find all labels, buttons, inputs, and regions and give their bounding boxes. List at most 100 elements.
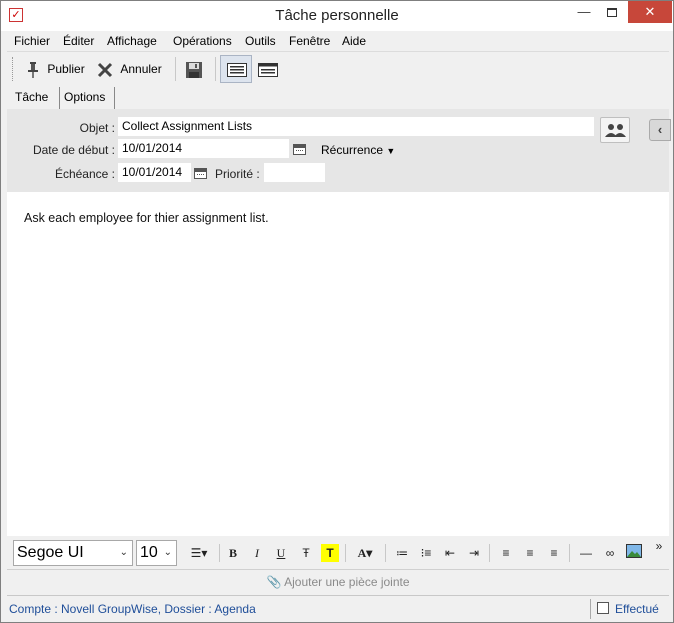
overflow-chevron-button[interactable]: »: [650, 537, 668, 555]
link-icon: ∞: [605, 546, 615, 560]
tab-options[interactable]: Options: [59, 87, 115, 109]
add-attachment-button[interactable]: 📎 Ajouter une pièce jointe: [7, 575, 669, 589]
chevron-left-icon: ‹: [657, 122, 663, 137]
strikethrough-button[interactable]: Ŧ: [297, 544, 315, 562]
align-left-button[interactable]: ≡: [497, 544, 515, 562]
horizontal-line-button[interactable]: —: [577, 544, 595, 562]
toolbar-grip[interactable]: [12, 57, 15, 81]
post-label: Publier: [47, 62, 85, 76]
toolbar-separator: [175, 57, 176, 81]
numbered-list-button[interactable]: ≔: [393, 544, 411, 562]
account-folder-status: Compte : Novell GroupWise, Dossier : Age…: [9, 602, 256, 616]
post-button[interactable]: Publier: [25, 57, 85, 81]
align-right-icon: ≡: [550, 546, 558, 560]
line-spacing-icon: ☰▾: [190, 546, 208, 560]
completed-checkbox[interactable]: [597, 602, 609, 614]
format-toolbar: Segoe UI ⌄ 10 ⌄ ☰▾ B I U Ŧ T A▾ ≔ ⁝≡ ⇤ ⇥…: [7, 536, 669, 569]
cancel-button[interactable]: Annuler: [97, 57, 162, 81]
start-date-label: Date de début :: [32, 143, 115, 157]
task-header-form: Objet : Collect Assignment Lists ‹ Date …: [7, 109, 671, 192]
menu-aide[interactable]: Aide: [342, 34, 366, 48]
message-body-editor[interactable]: Ask each employee for thier assignment l…: [7, 192, 669, 536]
indent-icon: ⇥: [468, 546, 480, 560]
font-family-select[interactable]: Segoe UI ⌄: [13, 540, 133, 566]
subject-label: Objet :: [79, 121, 115, 135]
menu-operations[interactable]: Opérations: [173, 34, 232, 48]
format-separator: [219, 544, 220, 562]
format-separator: [385, 544, 386, 562]
status-bar: Compte : Novell GroupWise, Dossier : Age…: [7, 595, 669, 621]
bold-button[interactable]: B: [224, 544, 242, 562]
cancel-label: Annuler: [120, 62, 162, 76]
menu-outils[interactable]: Outils: [245, 34, 276, 48]
subject-field[interactable]: Collect Assignment Lists: [118, 117, 594, 136]
view-mode-1-button[interactable]: [220, 55, 252, 83]
people-icon: [605, 124, 626, 137]
attachment-bar: 📎 Ajouter une pièce jointe: [7, 569, 669, 595]
maximize-icon: [607, 8, 617, 18]
text-color-button[interactable]: A▾: [351, 544, 379, 562]
due-date-field[interactable]: 10/01/2014: [118, 163, 191, 182]
start-calendar-icon[interactable]: [293, 144, 306, 155]
menu-affichage[interactable]: Affichage: [107, 34, 157, 48]
horizontal-line-icon: —: [580, 546, 592, 560]
completed-label[interactable]: Effectué: [615, 602, 659, 616]
format-separator: [569, 544, 570, 562]
menu-editer[interactable]: Éditer: [63, 34, 94, 48]
add-attachment-label: Ajouter une pièce jointe: [284, 575, 410, 589]
insert-image-button[interactable]: [625, 544, 643, 562]
tab-strip: Tâche Options: [7, 85, 669, 109]
title-bar: ✓ Tâche personnelle — ✕: [1, 1, 673, 31]
menu-fichier[interactable]: Fichier: [14, 34, 50, 48]
chevron-down-icon: ⌄: [119, 547, 128, 558]
due-date-label: Échéance :: [54, 167, 115, 181]
toolbar-separator: [215, 57, 216, 81]
maximize-button[interactable]: [598, 1, 626, 23]
priority-label: Priorité :: [215, 167, 260, 181]
due-calendar-icon[interactable]: [194, 168, 207, 179]
increase-indent-button[interactable]: ⇥: [465, 544, 483, 562]
insert-link-button[interactable]: ∞: [601, 544, 619, 562]
task-window: ✓ Tâche personnelle — ✕ Fichier Éditer A…: [0, 0, 674, 623]
message-body-text: Ask each employee for thier assignment l…: [24, 211, 269, 225]
paperclip-icon: 📎: [266, 575, 282, 589]
status-separator: [590, 599, 591, 619]
highlight-button[interactable]: T: [321, 544, 339, 562]
tab-tache[interactable]: Tâche: [11, 87, 59, 109]
format-separator: [489, 544, 490, 562]
start-date-field[interactable]: 10/01/2014: [118, 139, 289, 158]
italic-button[interactable]: I: [248, 544, 266, 562]
font-family-value: Segoe UI: [17, 544, 84, 561]
bulleted-list-button[interactable]: ⁝≡: [417, 544, 435, 562]
decrease-indent-button[interactable]: ⇤: [441, 544, 459, 562]
view-mode-2-button[interactable]: [258, 57, 278, 81]
font-size-value: 10: [140, 544, 158, 561]
close-button[interactable]: ✕: [628, 1, 672, 23]
floppy-disk-icon: [186, 61, 202, 78]
paragraph-spacing-button[interactable]: ☰▾: [185, 544, 213, 562]
underline-button[interactable]: U: [272, 544, 290, 562]
minimize-button[interactable]: —: [570, 1, 598, 23]
align-center-button[interactable]: ≡: [521, 544, 539, 562]
font-color-icon: A▾: [357, 546, 373, 560]
text-view-icon: [227, 63, 247, 77]
font-size-select[interactable]: 10 ⌄: [136, 540, 177, 566]
format-separator: [345, 544, 346, 562]
align-center-icon: ≡: [526, 546, 534, 560]
menu-fenetre[interactable]: Fenêtre: [289, 34, 330, 48]
html-view-icon: [258, 62, 278, 77]
save-button[interactable]: [185, 57, 203, 81]
recurrence-dropdown[interactable]: Récurrence ▼: [321, 143, 395, 157]
align-left-icon: ≡: [502, 546, 510, 560]
bullet-list-icon: ⁝≡: [420, 546, 432, 560]
numbered-list-icon: ≔: [396, 546, 408, 560]
priority-field[interactable]: [264, 163, 325, 182]
recurrence-label: Récurrence: [321, 143, 384, 157]
chevron-down-icon: ⌄: [163, 547, 172, 558]
align-right-button[interactable]: ≡: [545, 544, 563, 562]
main-toolbar: Publier Annuler: [7, 51, 669, 85]
collapse-panel-button[interactable]: ‹: [649, 119, 671, 141]
address-book-button[interactable]: [600, 117, 630, 143]
outdent-icon: ⇤: [444, 546, 456, 560]
image-icon: [626, 544, 642, 558]
